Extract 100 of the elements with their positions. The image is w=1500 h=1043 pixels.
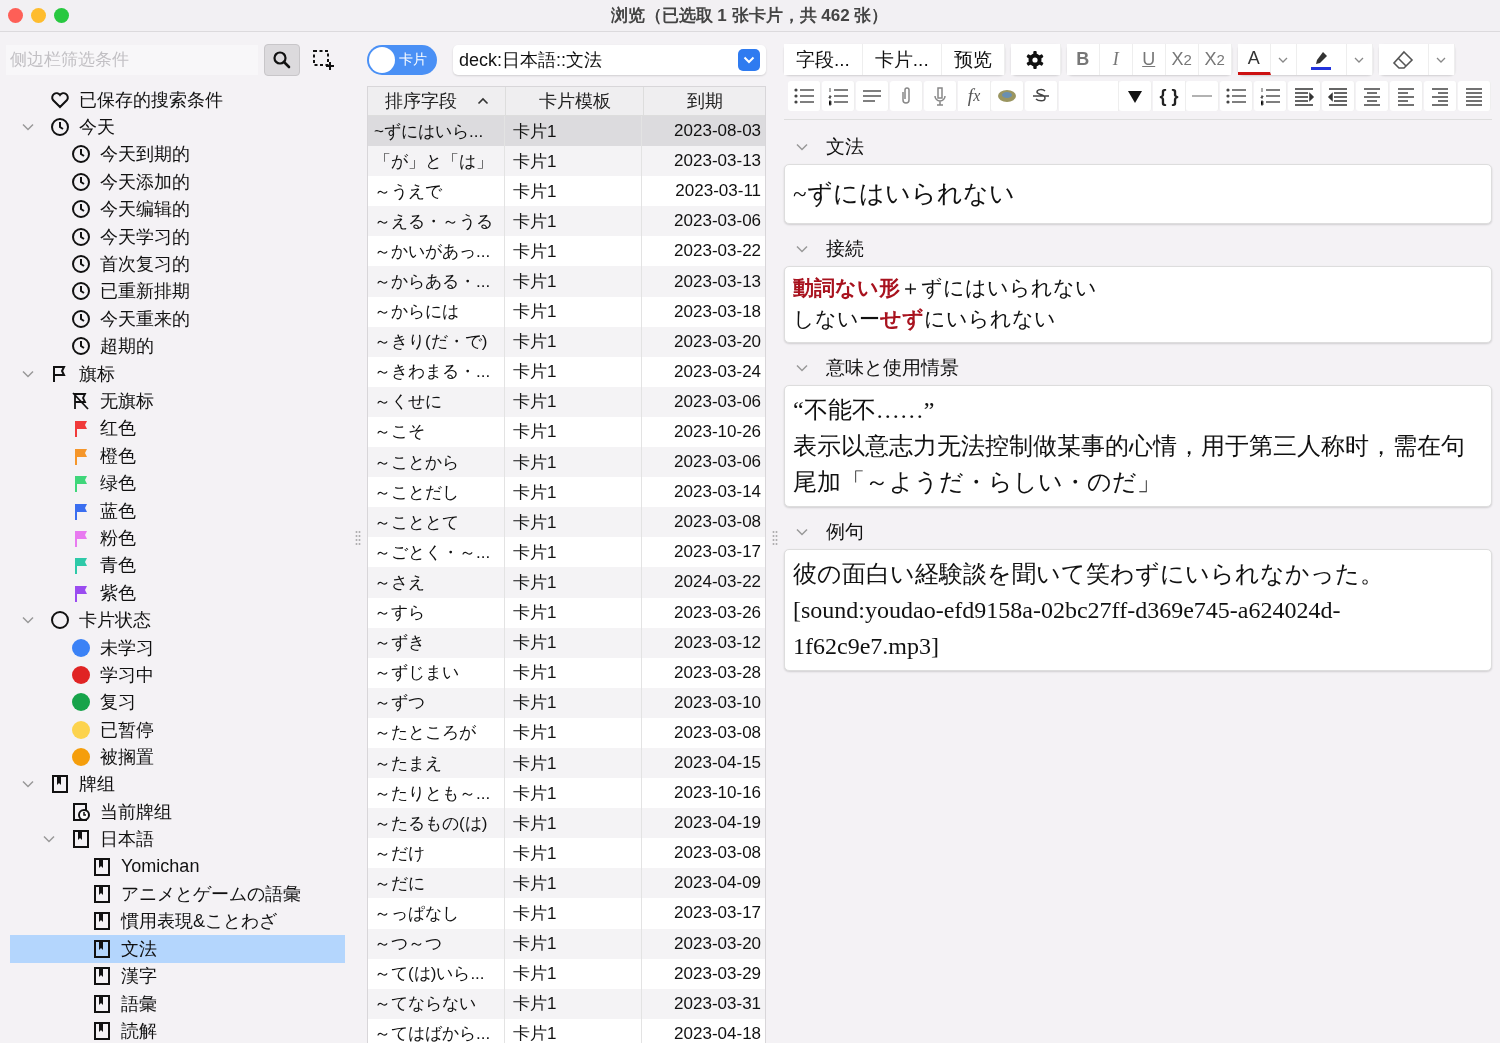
bullet-list-icon [1225,86,1247,106]
sidebar-item[interactable]: 已保存的搜索条件 [10,86,346,114]
underline-button[interactable]: U [1132,44,1166,75]
sidebar-item[interactable]: 当前牌组 [10,798,346,826]
sidebar-item[interactable]: 紫色 [10,579,346,607]
sidebar-item[interactable]: 学习中 [10,661,346,689]
table-row[interactable]: ～くせに 卡片1 2023-03-06 [368,386,766,417]
eraser-button[interactable] [1378,44,1429,75]
chevron-icon[interactable] [43,835,55,844]
highlight-button[interactable] [1296,44,1347,75]
zoom-button[interactable] [54,8,69,23]
dropdown-button[interactable] [1270,44,1297,75]
sidebar-item[interactable]: 語彙 [10,989,346,1018]
sidebar-item[interactable]: 今天 [10,113,346,141]
sidebar-item[interactable]: 今天添加的 [10,168,346,196]
table-row[interactable]: ～こととて 卡片1 2023-03-08 [368,507,766,538]
sidebar-item[interactable]: 今天重来的 [10,305,346,333]
sidebar-item[interactable]: 今天编辑的 [10,195,346,223]
toolbar-button[interactable] [1025,81,1058,111]
sidebar-item[interactable]: 日本語 [10,825,346,853]
sidebar-item[interactable]: アニメとゲームの語彙 [10,880,346,908]
sidebar-item[interactable]: 慣用表現&ことわざ [10,907,346,936]
sidebar-item[interactable]: 牌组 [10,770,346,799]
table-row[interactable]: ～たまえ 卡片1 2023-04-15 [368,747,766,779]
table-row[interactable]: ～ずき 卡片1 2023-03-12 [368,627,766,658]
sidebar-item[interactable]: 今天到期的 [10,140,346,169]
sidebar-item[interactable]: 红色 [10,414,346,443]
sidebar-item[interactable]: 青色 [10,551,346,580]
table-row[interactable]: ～てならない 卡片1 2023-03-31 [368,988,766,1019]
table-cell: ～からある・... [368,266,506,297]
table-row[interactable]: ～つ～つ 卡片1 2023-03-20 [368,928,766,959]
sidebar-item[interactable]: 漢字 [10,962,346,990]
column-header[interactable]: 到期 [644,87,766,115]
close-button[interactable] [8,8,23,23]
table-row[interactable]: ～ことから 卡片1 2023-03-06 [368,447,766,478]
clock-icon [71,281,91,302]
dropdown-button[interactable] [738,49,761,71]
cloze-button[interactable]: { } [1153,81,1186,111]
chevron-icon[interactable] [796,244,808,253]
settings-button[interactable] [1010,44,1061,75]
chevron-icon[interactable] [22,123,34,132]
table-row[interactable]: ～たるもの(は) 卡片1 2023-04-19 [368,808,766,839]
sidebar-item[interactable]: 今天学习的 [10,222,346,251]
sidebar-item[interactable]: 已重新排期 [10,277,346,306]
table-cell: ～てはばから... [368,1018,506,1043]
chevron-icon[interactable] [22,780,34,789]
sidebar-item[interactable]: 被搁置 [10,743,346,771]
field-editor[interactable]: ~ずにはいられない [784,164,1492,224]
sidebar-item[interactable]: 超期的 [10,332,346,360]
chevron-icon[interactable] [22,369,34,378]
table-row[interactable]: ～きり(だ・で) 卡片1 2023-03-20 [368,326,766,357]
toolbar-button[interactable] [1119,81,1152,111]
column-header[interactable]: 卡片模板 [506,87,645,115]
field-editor[interactable]: “不能不……” 表示以意志力无法控制做某事的心情，用于第三人称时，需在句尾加「～ようだ・らしい・のだ」 [784,384,1492,507]
table-cell: 卡片1 [505,928,643,959]
toolbar-button[interactable]: 字段... [784,44,863,75]
table-cell-text: 2023-03-14 [673,481,763,504]
splitter-handle[interactable] [772,529,778,546]
sidebar-item[interactable]: 首次复习的 [10,250,346,278]
minimize-button[interactable] [31,8,46,23]
chevron-icon[interactable] [796,527,808,536]
sidebar-item[interactable]: Yomichan [10,852,346,881]
toolbar-button[interactable]: 预览 [941,44,1005,75]
table-row[interactable]: ～ずつ 卡片1 2023-03-10 [368,687,766,718]
toolbar-button[interactable]: 卡片... [862,44,942,75]
sidebar-item[interactable]: 无旗标 [10,387,346,415]
selection-tool-icon[interactable] [312,49,334,71]
font-color-button[interactable]: A [1237,44,1271,75]
sidebar-item[interactable]: 旗标 [10,359,346,388]
field-editor[interactable]: 動詞ない形＋ずにはいられない しないーせずにいられない [784,265,1492,343]
sidebar-item[interactable]: 橙色 [10,442,346,470]
table-row[interactable]: ～からある・... 卡片1 2023-03-13 [368,266,766,297]
search-field[interactable]: deck:日本語::文法 [453,45,767,75]
sidebar-item[interactable]: 粉色 [10,524,346,552]
column-header[interactable]: 排序字段 [368,87,507,115]
field-editor[interactable]: 彼の面白い経験談を聞いて笑わずにいられなかった。 [sound:youdao-efd9158a-02bc27ff-d369e745-a624024d-1f62c9e7.mp3] [784,548,1492,671]
table-cell-text: 2023-03-18 [673,300,763,323]
table-cell-text: 2023-03-13 [673,270,763,293]
sidebar-item[interactable]: 绿色 [10,469,346,497]
table-row[interactable]: ～さえ 卡片1 2024-03-22 [368,567,766,598]
chevron-icon[interactable] [796,143,808,151]
table-row[interactable]: ～だに 卡片1 2023-04-09 [368,868,766,899]
chevron-icon[interactable] [796,363,808,372]
sidebar-item[interactable]: 卡片状态 [10,606,346,634]
sidebar-item[interactable]: 未学习 [10,633,346,662]
table-row[interactable]: ～える・～うる 卡片1 2023-03-06 [368,206,766,237]
sidebar-item[interactable]: 复习 [10,688,346,716]
sidebar-item[interactable]: 蓝色 [10,496,346,525]
table-row[interactable]: 「が」と「は」 卡片1 2023-03-13 [368,146,766,177]
sidebar-item[interactable]: 已暂停 [10,716,346,744]
chevron-icon[interactable] [22,616,34,625]
italic-button[interactable]: I [1099,44,1133,75]
sidebar-item[interactable]: 読解 [10,1017,346,1043]
search-button[interactable] [264,44,300,76]
table-cell: ～つ～つ [368,928,506,959]
splitter-handle[interactable] [355,529,362,546]
sidebar-item[interactable]: 文法 [10,935,346,963]
bold-button[interactable]: B [1066,44,1100,75]
clock-icon [71,308,91,329]
table-row[interactable]: ~ずにはいら... 卡片1 2023-08-03 [368,116,766,147]
